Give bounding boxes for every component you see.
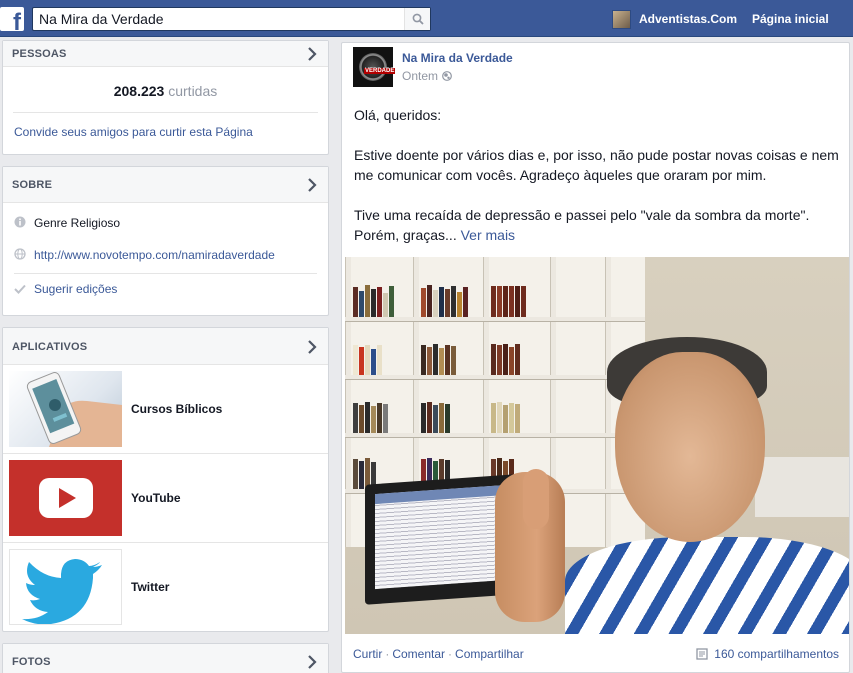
chevron-right-icon (308, 47, 317, 61)
app-item-cursos-biblicos[interactable]: Cursos Bíblicos (3, 365, 328, 454)
app-name[interactable]: YouTube (131, 491, 181, 505)
likes-count: 208.223 curtidas (13, 67, 318, 113)
post-timestamp[interactable]: Ontem (402, 69, 452, 83)
avatar-tag: VERDADE (364, 68, 396, 74)
fotos-box: FOTOS (2, 643, 329, 673)
youtube-icon (39, 478, 93, 518)
suggest-row: Sugerir edições (3, 274, 328, 306)
chevron-right-icon (308, 655, 317, 669)
profile-link[interactable]: Adventistas.Com (612, 9, 737, 29)
chevron-right-icon (308, 178, 317, 192)
share-link[interactable]: Compartilhar (455, 647, 524, 661)
pessoas-box: PESSOAS 208.223 curtidas Convide seus am… (2, 40, 329, 155)
twitter-bird-icon (22, 559, 102, 624)
app-name[interactable]: Cursos Bíblicos (131, 402, 222, 416)
aplicativos-title: APLICATIVOS (12, 341, 88, 353)
globe-icon (14, 248, 26, 260)
fotos-header[interactable]: FOTOS (3, 644, 328, 673)
aplicativos-header[interactable]: APLICATIVOS (3, 328, 328, 365)
youtube-thumbnail[interactable] (9, 460, 122, 536)
comment-link[interactable]: Comentar (392, 647, 445, 661)
app-name[interactable]: Twitter (131, 580, 169, 594)
top-bar: f Adventistas.Com Página inicial (0, 0, 853, 37)
pessoas-header[interactable]: PESSOAS (3, 41, 328, 67)
likes-suffix: curtidas (168, 83, 218, 99)
like-link[interactable]: Curtir (353, 647, 382, 661)
aplicativos-box: APLICATIVOS Cursos Bíblicos YouTube Twit… (2, 327, 329, 632)
post-paragraph: Estive doente por vários dias e, por iss… (354, 147, 839, 183)
avatar (612, 9, 631, 29)
checkmark-icon (14, 284, 26, 294)
twitter-thumbnail[interactable] (9, 549, 122, 625)
info-icon (14, 216, 26, 228)
search-box (32, 7, 431, 31)
suggest-edits-link[interactable]: Sugerir edições (34, 282, 117, 296)
genre-row: Genre Religioso (3, 203, 328, 235)
website-row: http://www.novotempo.com/namiradaverdade (3, 235, 328, 267)
chevron-right-icon (308, 340, 317, 354)
post-paragraph: Olá, queridos: (354, 107, 442, 123)
home-link[interactable]: Página inicial (752, 12, 829, 26)
post-photo[interactable] (345, 257, 849, 634)
facebook-logo-icon[interactable]: f (0, 7, 24, 31)
globe-icon (442, 71, 452, 81)
invite-friends-link[interactable]: Convide seus amigos para curtir esta Pág… (3, 113, 328, 153)
search-icon (412, 13, 424, 25)
post-actions: Curtir · Comentar · Compartilhar (353, 647, 524, 661)
cursos-biblicos-thumbnail[interactable] (9, 371, 122, 447)
shares-count: 160 compartilhamentos (714, 647, 839, 661)
share-icon (696, 648, 708, 660)
search-button[interactable] (404, 8, 430, 30)
shares-count-link[interactable]: 160 compartilhamentos (696, 647, 839, 661)
sobre-title: SOBRE (12, 179, 53, 191)
post-paragraph: Tive uma recaída de depressão e passei p… (354, 207, 810, 243)
sobre-box: SOBRE Genre Religioso http://www.novotem… (2, 166, 329, 316)
app-item-twitter[interactable]: Twitter (3, 543, 328, 632)
post-body: Olá, queridos: Estive doente por vários … (354, 105, 840, 265)
app-item-youtube[interactable]: YouTube (3, 454, 328, 543)
sobre-header[interactable]: SOBRE (3, 167, 328, 203)
see-more-link[interactable]: Ver mais (461, 227, 515, 243)
page-avatar[interactable]: VERDADE (353, 47, 396, 87)
post-author-link[interactable]: Na Mira da Verdade (402, 51, 513, 65)
post-time-text: Ontem (402, 69, 439, 83)
phone-in-hand-icon (26, 372, 122, 447)
post-card: VERDADE Na Mira da Verdade Ontem Olá, qu… (341, 42, 850, 673)
pessoas-title: PESSOAS (12, 48, 67, 60)
genre-text: Genre Religioso (34, 216, 121, 230)
website-link[interactable]: http://www.novotempo.com/namiradaverdade (34, 248, 275, 262)
search-input[interactable] (33, 8, 403, 30)
likes-number: 208.223 (113, 83, 165, 99)
profile-name: Adventistas.Com (639, 12, 738, 26)
fotos-title: FOTOS (12, 656, 51, 668)
